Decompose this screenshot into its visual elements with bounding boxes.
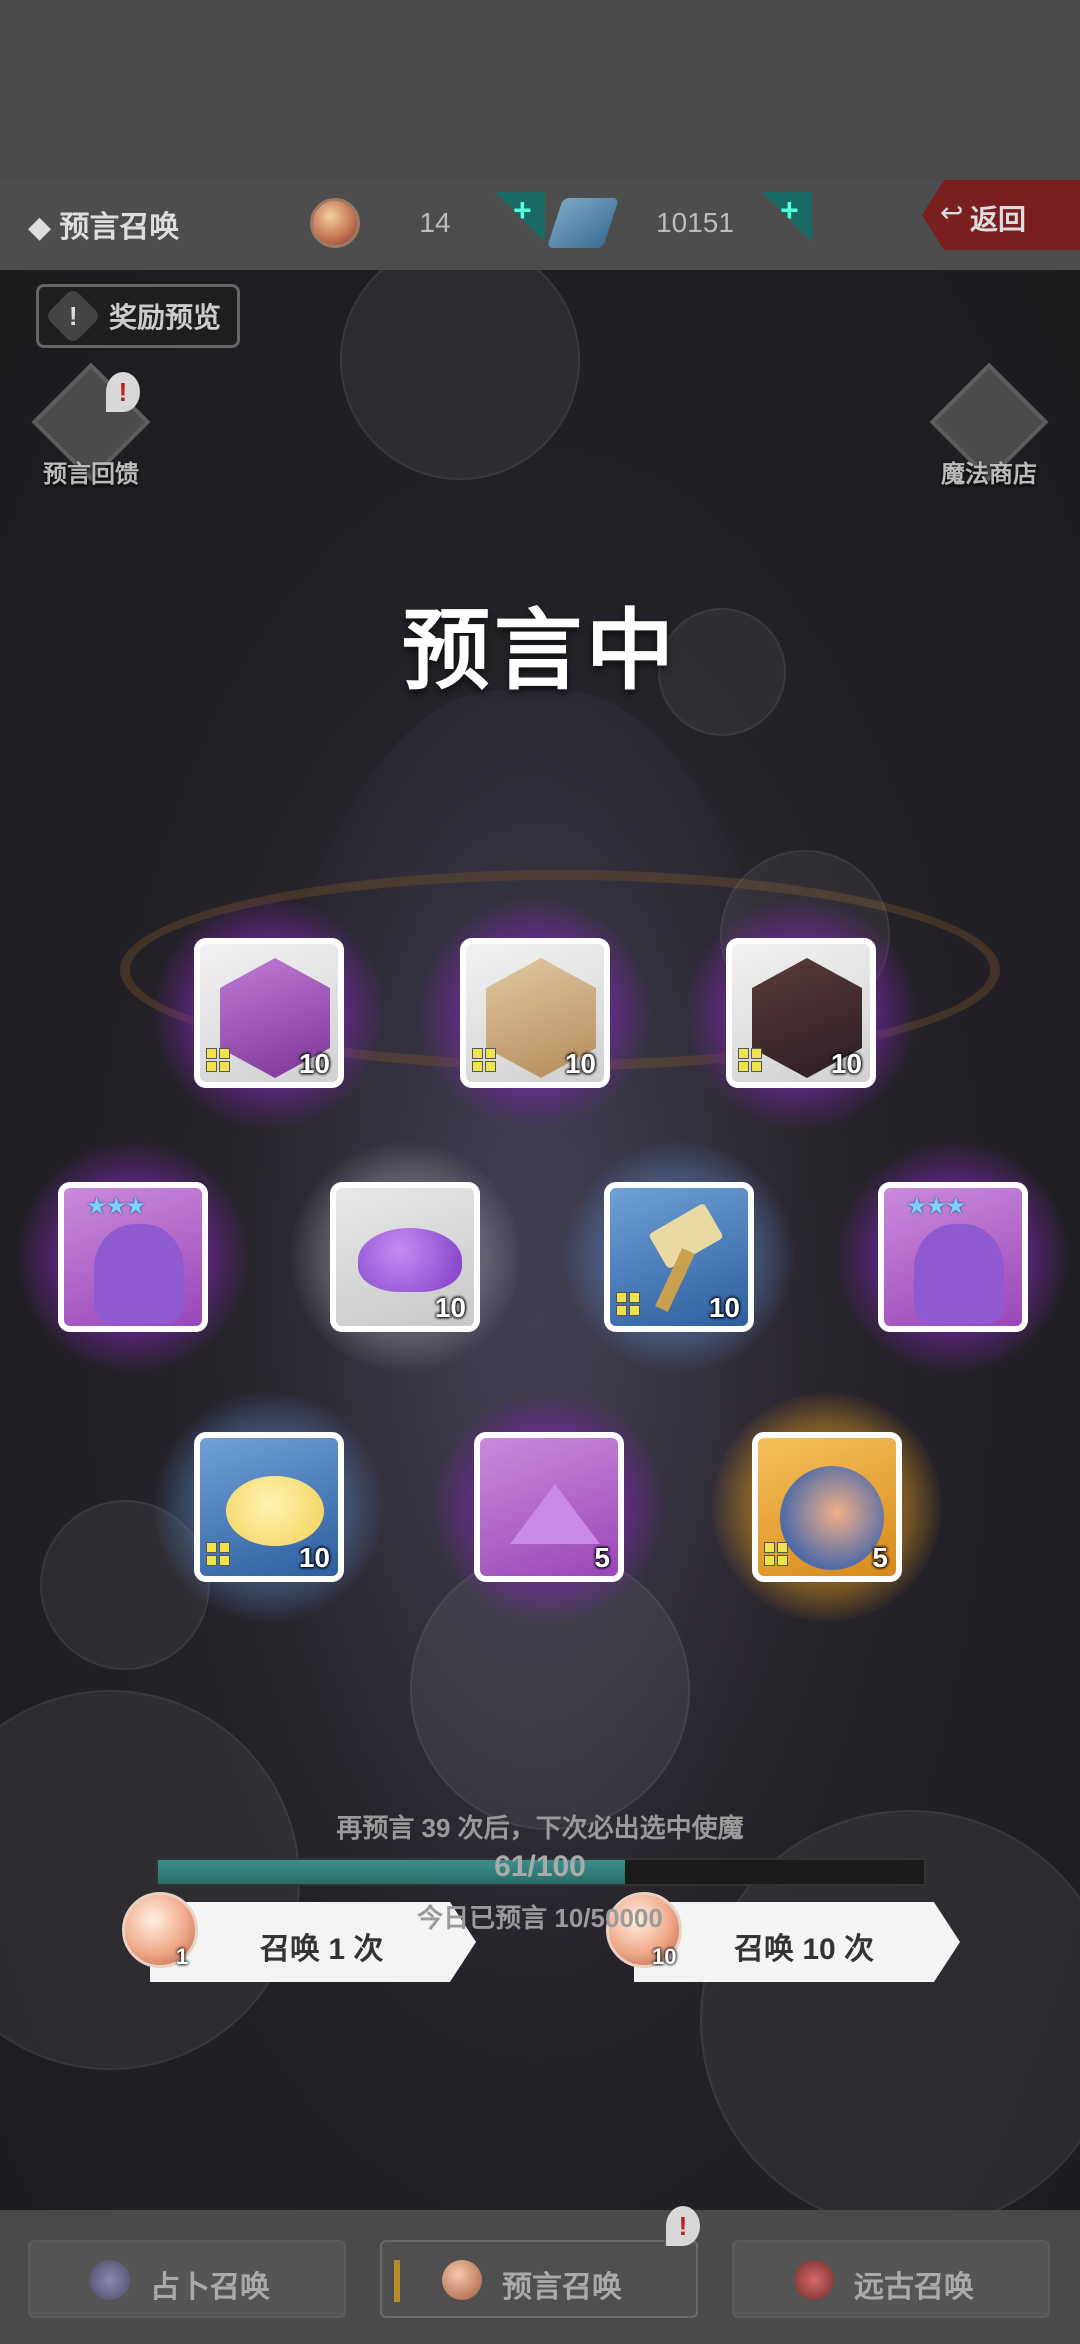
star-rating-icon: ★★★ <box>86 1193 147 1220</box>
summon-10-cost: 10 <box>652 1944 677 1969</box>
tab-prophecy-summon[interactable]: 预言召唤 ! <box>380 2206 700 2318</box>
fragment-icon <box>206 1542 232 1568</box>
status-text: 预言中 <box>401 601 678 700</box>
exclamation-icon: ! <box>44 287 102 345</box>
item-quantity: 10 <box>434 1292 466 1323</box>
crystal-shard-icon <box>510 1484 600 1544</box>
pet-portrait-icon <box>914 1224 1004 1324</box>
reward-item[interactable]: 10 <box>420 898 650 1128</box>
item-card: 10 <box>330 1182 480 1332</box>
fluff-icon <box>226 1476 324 1546</box>
reward-item[interactable]: 5 <box>434 1392 664 1622</box>
star-rating-icon: ★★★ <box>906 1193 967 1220</box>
fragment-icon <box>738 1048 764 1074</box>
magic-shop-button[interactable]: 魔法商店 <box>924 362 1054 489</box>
item-card: 10 <box>460 938 610 1088</box>
background-bubble <box>340 270 580 480</box>
tab-label: 远古召唤 <box>854 2271 974 2304</box>
purple-powder-icon <box>358 1228 462 1292</box>
item-card: 10 <box>726 938 876 1088</box>
notification-icon: ! <box>106 372 140 412</box>
reward-item[interactable]: 10 <box>564 1142 794 1372</box>
daily-count: 今日已预言 10/50000 <box>417 1903 663 1933</box>
reward-item[interactable]: 10 <box>154 1392 384 1622</box>
item-card: 10 <box>194 1432 344 1582</box>
reward-item[interactable]: 10 <box>686 898 916 1128</box>
spell-book-icon <box>780 1466 884 1570</box>
item-quantity: 10 <box>564 1048 596 1079</box>
add-orb-button[interactable]: + <box>495 192 545 242</box>
gem-count: 10151 <box>656 207 734 238</box>
item-quantity: 10 <box>298 1542 330 1573</box>
summon-tab-bar: 占卜召唤 预言召唤 ! 远古召唤 <box>0 2206 1080 2344</box>
item-quantity: 10 <box>298 1048 330 1079</box>
ancient-orb-icon <box>794 2260 834 2300</box>
reward-preview-label: 奖励预览 <box>109 302 222 333</box>
magic-shop-label: 魔法商店 <box>941 461 1037 488</box>
summon-1-cost: 1 <box>176 1944 189 1969</box>
item-quantity: 5 <box>594 1542 610 1573</box>
feedback-label: 预言回馈 <box>43 461 139 488</box>
item-card: ★★★ <box>58 1182 208 1332</box>
crystal-ball-icon <box>90 2260 130 2300</box>
tab-ancient-summon[interactable]: 远古召唤 <box>732 2240 1050 2318</box>
pity-hint: 再预言 39 次后，下次必出选中使魔 <box>336 1813 744 1843</box>
item-card: 10 <box>194 938 344 1088</box>
reward-item[interactable]: ★★★ <box>838 1142 1068 1372</box>
fragment-icon <box>206 1048 232 1074</box>
item-card: 5 <box>474 1432 624 1582</box>
prophecy-feedback-button[interactable]: 预言回馈 ! <box>26 362 156 489</box>
reward-item[interactable]: 10 <box>290 1142 520 1372</box>
item-quantity: 10 <box>830 1048 862 1079</box>
page-title: ◆ 预言召唤 <box>28 211 180 244</box>
item-quantity: 5 <box>872 1542 888 1573</box>
crystal-orb-icon <box>442 2260 482 2300</box>
item-card: 10 <box>604 1182 754 1332</box>
fragment-icon <box>472 1048 498 1074</box>
gem-icon <box>546 198 620 248</box>
item-card: ★★★ <box>878 1182 1028 1332</box>
reward-preview-button[interactable]: ! 奖励预览 <box>36 284 240 348</box>
fragment-icon <box>764 1542 790 1568</box>
pet-portrait-icon <box>94 1224 184 1324</box>
crystal-orb-icon <box>310 198 360 248</box>
status-bar <box>0 0 1080 180</box>
pity-progress-text: 61/100 <box>494 1850 586 1883</box>
active-marker <box>394 2260 400 2302</box>
back-arrow-icon: ↩ <box>940 197 964 228</box>
notification-icon: ! <box>666 2206 700 2246</box>
tab-divination-summon[interactable]: 占卜召唤 <box>28 2240 346 2318</box>
back-label: 返回 <box>970 204 1027 235</box>
item-card: 5 <box>752 1432 902 1582</box>
item-quantity: 10 <box>708 1292 740 1323</box>
add-gem-button[interactable]: + <box>762 192 812 242</box>
top-bar: ◆ 预言召唤 14 + 10151 + ↩ 返回 <box>0 180 1080 270</box>
orb-count: 14 <box>419 207 451 238</box>
reward-item[interactable]: 5 <box>712 1392 942 1622</box>
tab-label: 占卜召唤 <box>150 2271 270 2304</box>
reward-item[interactable]: ★★★ <box>18 1142 248 1372</box>
reward-item[interactable]: 10 <box>154 898 384 1128</box>
fragment-icon <box>616 1292 642 1318</box>
tab-label: 预言召唤 <box>502 2271 622 2304</box>
